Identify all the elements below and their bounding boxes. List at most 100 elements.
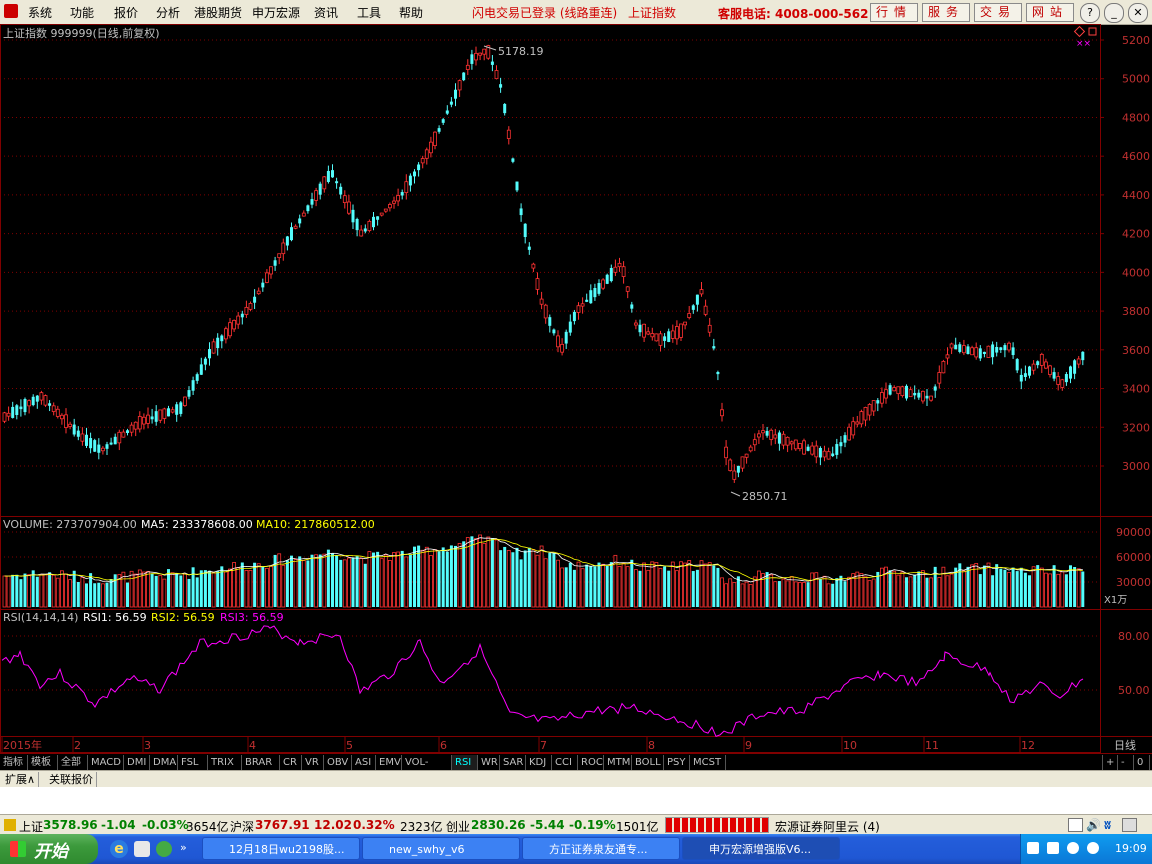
start-button[interactable]: 开始	[0, 834, 98, 864]
indicator-tab-wr[interactable]: WR	[478, 755, 500, 770]
menu-news[interactable]: 资讯	[314, 4, 338, 21]
task-folder[interactable]: new_swhy_v6	[362, 837, 520, 860]
indicator-tab-emv[interactable]: EMV	[376, 755, 402, 770]
desktop-icon[interactable]	[134, 841, 150, 857]
broker-server[interactable]: 宏源证券阿里云 (4)	[775, 818, 880, 835]
indicator-tab-all[interactable]: 全部	[58, 755, 88, 770]
service-button[interactable]: 服务	[922, 3, 970, 22]
menu-analysis[interactable]: 分析	[156, 4, 180, 21]
volume-bar	[785, 580, 790, 608]
candle-body	[346, 201, 351, 214]
indicator-tab-sar[interactable]: SAR	[500, 755, 526, 770]
volume-bar	[372, 552, 375, 607]
volume-bar	[543, 558, 548, 608]
kline-chart[interactable]: 上证指数 999999(日线,前复权) 5178.19 2850.71 VOLU…	[0, 24, 1152, 753]
quick-launch-more-icon[interactable]: »	[180, 841, 187, 854]
indicator-tab-index[interactable]: 指标	[0, 755, 28, 770]
candle-body	[48, 403, 52, 406]
candle-body	[474, 52, 478, 61]
candle-body	[962, 345, 966, 354]
lock-icon[interactable]	[1122, 818, 1137, 832]
minimize-icon[interactable]: _	[1104, 3, 1124, 23]
candle-body	[921, 390, 925, 402]
indicator-tab-cr[interactable]: CR	[280, 755, 302, 770]
volume-bar	[589, 566, 593, 607]
indicator-tab-roc[interactable]: ROC	[578, 755, 604, 770]
candle-body	[744, 453, 749, 458]
network-icon[interactable]	[1027, 842, 1039, 854]
indicator-tab-dma[interactable]: DMA	[150, 755, 178, 770]
ticker-sh-name[interactable]: 上证	[19, 818, 43, 835]
candle-body	[240, 313, 244, 318]
task-browser[interactable]: 12月18日wu2198股...	[202, 837, 360, 860]
indicator-tab-boll[interactable]: BOLL	[632, 755, 664, 770]
menu-swhy[interactable]: 申万宏源	[252, 4, 300, 21]
zoom-in-button[interactable]: +	[1102, 755, 1118, 770]
chart-corner-icons[interactable]: ××	[1073, 25, 1097, 49]
indicator-tab-cci[interactable]: CCI	[552, 755, 578, 770]
indicator-tab-brar[interactable]: BRAR	[242, 755, 280, 770]
expand-bar: 扩展∧ 关联报价	[0, 770, 1152, 788]
zoom-out-button[interactable]: -	[1118, 755, 1134, 770]
indicator-tab-mtm[interactable]: MTM	[604, 755, 632, 770]
ie-icon[interactable]: e	[110, 840, 128, 858]
task-fangzheng[interactable]: 方正证券泉友通专...	[522, 837, 680, 860]
volume-bar	[663, 566, 667, 607]
related-quotes-tab[interactable]: 关联报价	[46, 772, 97, 787]
wireless-icon[interactable]: ʬ	[1104, 818, 1111, 832]
candle-body	[896, 386, 901, 395]
volume-icon[interactable]: 🔊	[1086, 818, 1101, 832]
indicator-tab-vr[interactable]: VR	[302, 755, 324, 770]
website-button[interactable]: 网站	[1026, 3, 1074, 22]
volume-bar	[490, 538, 494, 607]
trade-button[interactable]: 交易	[974, 3, 1022, 22]
message-icon[interactable]	[1068, 818, 1083, 832]
volume-bar	[991, 575, 995, 607]
indicator-tab-rsi[interactable]: RSI	[452, 755, 478, 770]
menu-system[interactable]: 系统	[28, 4, 52, 21]
start-label: 开始	[34, 842, 68, 862]
close-icon[interactable]: ✕	[1128, 3, 1148, 23]
menu-quotes[interactable]: 报价	[114, 4, 138, 21]
indicator-tab-fsl[interactable]: FSL	[178, 755, 208, 770]
menu-function[interactable]: 功能	[70, 4, 94, 21]
volume-bar	[494, 539, 499, 608]
media-player-icon[interactable]	[156, 841, 172, 857]
indicator-tab-template[interactable]: 模板	[28, 755, 58, 770]
indicator-tab-kdj[interactable]: KDJ	[526, 755, 552, 770]
ticker-hs-name[interactable]: 沪深	[230, 818, 254, 835]
volume-bar	[605, 565, 609, 607]
candle-body	[97, 444, 101, 453]
candle-body	[658, 333, 663, 346]
task-swhy[interactable]: 申万宏源增强版V6...	[682, 837, 840, 860]
volume-bar	[925, 577, 929, 607]
menu-tools[interactable]: 工具	[357, 4, 381, 21]
security-icon[interactable]	[1067, 842, 1079, 854]
indicator-tab-voltdx[interactable]: VOL-TDX	[402, 755, 452, 783]
indicator-tab-psy[interactable]: PSY	[664, 755, 690, 770]
update-icon[interactable]	[1087, 842, 1099, 854]
indicator-tab-dmi[interactable]: DMI	[124, 755, 150, 770]
quotes-button[interactable]: 行情	[870, 3, 918, 22]
expand-tab[interactable]: 扩展∧	[2, 772, 40, 787]
volume-bar	[769, 574, 774, 608]
tray-app-icon[interactable]	[1047, 842, 1059, 854]
indicator-tab-macd[interactable]: MACD	[88, 755, 124, 770]
indicator-tab-asi[interactable]: ASI	[352, 755, 376, 770]
period-label[interactable]: 日线	[1114, 738, 1136, 752]
indicator-tab-mcst[interactable]: MCST	[690, 755, 726, 770]
indicator-tab-trix[interactable]: TRIX	[208, 755, 242, 770]
help-icon[interactable]: ?	[1080, 3, 1100, 23]
zoom-reset-button[interactable]: 0	[1134, 755, 1150, 770]
candle-body	[560, 343, 564, 353]
indicator-tab-obv[interactable]: OBV	[324, 755, 352, 770]
volume-bar	[625, 566, 630, 608]
ticker-sh-price: 3578.96	[43, 818, 98, 832]
system-tray: 19:09	[1020, 834, 1152, 864]
ticker-cy-name[interactable]: 创业	[446, 818, 470, 835]
volume-bar	[396, 551, 401, 608]
menu-hk-futures[interactable]: 港股期货	[194, 4, 242, 21]
menu-help[interactable]: 帮助	[399, 4, 423, 21]
volume-bar	[835, 578, 839, 607]
volume-bar	[658, 568, 663, 608]
